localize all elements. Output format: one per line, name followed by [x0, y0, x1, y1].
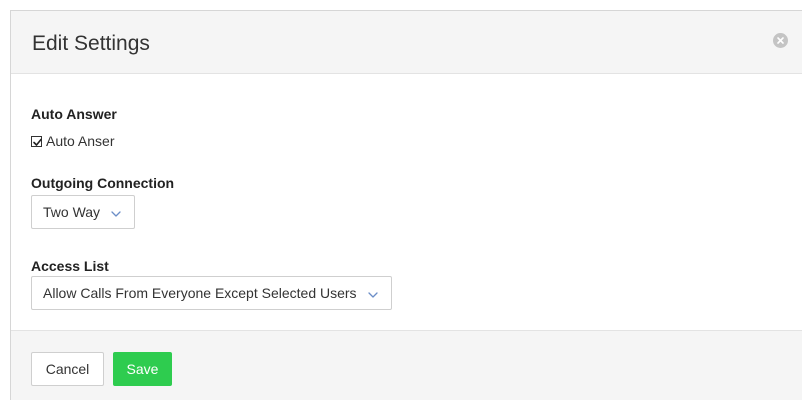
outgoing-connection-heading: Outgoing Connection [31, 175, 175, 191]
outgoing-connection-select[interactable]: Two Way [31, 195, 136, 229]
modal-footer: Cancel Save [11, 330, 802, 400]
edit-settings-modal: Edit Settings Auto Answer Auto Anser Out… [10, 10, 802, 400]
modal-title: Edit Settings [32, 32, 150, 55]
chevron-down-icon [367, 285, 378, 301]
chevron-down-icon [111, 204, 121, 220]
modal-body: Auto Answer Auto Anser Outgoing Connecti… [11, 74, 802, 330]
auto-answer-checkbox[interactable] [31, 135, 42, 147]
access-list-value: Allow Calls From Everyone Except Selecte… [43, 285, 357, 301]
outgoing-connection-value: Two Way [43, 204, 101, 220]
save-button[interactable]: Save [113, 352, 172, 386]
close-button[interactable] [773, 33, 788, 48]
cancel-button[interactable]: Cancel [31, 352, 104, 386]
access-list-heading: Access List [31, 258, 109, 274]
close-circle-icon [777, 37, 784, 44]
access-list-select[interactable]: Allow Calls From Everyone Except Selecte… [31, 276, 392, 310]
checkbox-checked-icon [33, 138, 42, 146]
auto-answer-heading: Auto Answer [31, 106, 117, 122]
auto-answer-checkbox-row[interactable]: Auto Anser [31, 133, 115, 149]
auto-answer-checkbox-label: Auto Anser [46, 133, 115, 149]
modal-header: Edit Settings [11, 11, 802, 74]
